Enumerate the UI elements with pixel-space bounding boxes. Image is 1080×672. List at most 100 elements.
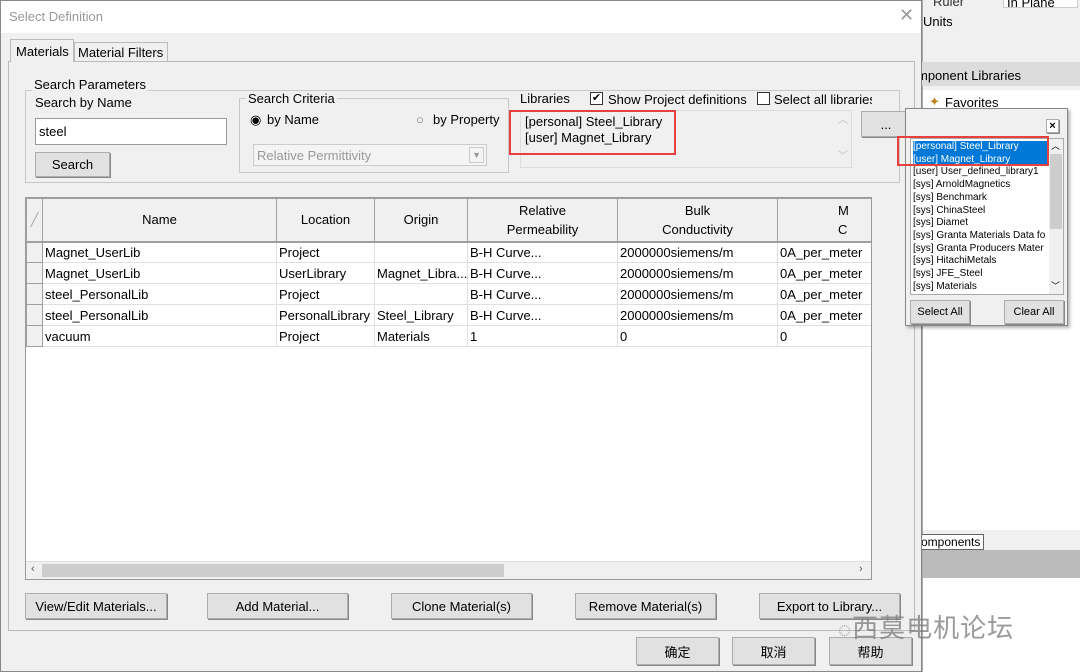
cell-location[interactable]: Project — [276, 283, 375, 305]
property-select[interactable]: Relative Permittivity ▼ — [253, 144, 487, 166]
table-row[interactable]: Magnet_UserLib UserLibrary Magnet_Libra...… — [26, 262, 871, 284]
cell-origin[interactable] — [374, 241, 468, 263]
close-icon[interactable]: ✕ — [899, 5, 914, 26]
cell-name[interactable]: steel_PersonalLib — [42, 283, 277, 305]
cell-magnetic-coercivity[interactable]: 0 — [777, 325, 871, 347]
search-name-input[interactable] — [35, 118, 227, 145]
cell-location[interactable]: UserLibrary — [276, 262, 375, 284]
row-header[interactable] — [26, 325, 43, 347]
scroll-up-icon[interactable]: ︿ — [1051, 140, 1060, 153]
column-header-name[interactable]: Name — [42, 198, 277, 243]
cell-name[interactable]: vacuum — [42, 325, 277, 347]
popup-close-button[interactable]: × — [1046, 119, 1059, 133]
row-header[interactable] — [26, 262, 43, 284]
cell-name[interactable]: Magnet_UserLib — [42, 262, 277, 284]
cell-relative-permeability[interactable]: B-H Curve... — [467, 283, 618, 305]
row-header[interactable] — [26, 304, 43, 326]
column-header-bulk-conductivity[interactable]: Bulk Conductivity — [617, 198, 778, 243]
cancel-button[interactable]: 取消 — [732, 637, 815, 665]
popup-clear-all-button[interactable]: Clear All — [1004, 300, 1064, 324]
table-row[interactable]: steel_PersonalLib PersonalLibrary Steel_Li… — [26, 304, 871, 326]
cell-relative-permeability[interactable]: B-H Curve... — [467, 262, 618, 284]
view-edit-materials-button[interactable]: View/Edit Materials... — [25, 593, 167, 619]
cell-origin[interactable]: Steel_Library — [374, 304, 468, 326]
radio-by-property[interactable]: ○ — [416, 112, 424, 127]
chevron-down-icon: ▼ — [469, 147, 484, 163]
inplane-select[interactable]: In Plane — [1003, 0, 1078, 10]
cell-bulk-conductivity[interactable]: 2000000siemens/m — [617, 283, 778, 305]
cell-name[interactable]: Magnet_UserLib — [42, 241, 277, 263]
column-header-origin[interactable]: Origin — [374, 198, 468, 243]
select-definition-dialog: Select Definition ✕ Materials Material F… — [0, 0, 922, 672]
units-label: Units — [923, 14, 953, 29]
remove-material-button[interactable]: Remove Material(s) — [575, 593, 716, 619]
component-libraries-header: mponent Libraries — [917, 62, 1080, 86]
cell-magnetic-coercivity[interactable]: 0A_per_meter — [777, 262, 871, 284]
clone-material-button[interactable]: Clone Material(s) — [391, 593, 532, 619]
cell-location[interactable]: Project — [276, 325, 375, 347]
column-header-magnetic-coercivity[interactable]: M C — [777, 198, 871, 243]
horizontal-scrollbar[interactable]: ‹ › — [26, 561, 871, 579]
more-libraries-button[interactable]: ... — [861, 111, 911, 137]
popup-library-item[interactable]: [sys] JFE_Steel — [913, 268, 1049, 281]
table-row[interactable]: vacuum Project Materials 1 0 0 — [26, 325, 871, 347]
popup-library-item[interactable]: [sys] HitachiMetals — [913, 255, 1049, 268]
popup-library-item[interactable]: [sys] ChinaSteel — [913, 205, 1049, 218]
search-parameters-label: Search Parameters — [32, 77, 148, 92]
cell-relative-permeability[interactable]: B-H Curve... — [467, 241, 618, 263]
scroll-up-icon[interactable]: ︿ — [838, 113, 848, 129]
popup-library-item[interactable]: [sys] Benchmark — [913, 192, 1049, 205]
cell-name[interactable]: steel_PersonalLib — [42, 304, 277, 326]
radio-by-name[interactable]: ◉ — [250, 112, 261, 128]
cell-magnetic-coercivity[interactable]: 0A_per_meter — [777, 304, 871, 326]
table-row[interactable]: steel_PersonalLib Project B-H Curve... 2000… — [26, 283, 871, 305]
cell-location[interactable]: PersonalLibrary — [276, 304, 375, 326]
cell-bulk-conductivity[interactable]: 2000000siemens/m — [617, 262, 778, 284]
cell-bulk-conductivity[interactable]: 0 — [617, 325, 778, 347]
popup-library-item[interactable]: [user] User_defined_library1 — [913, 166, 1049, 179]
column-header-location[interactable]: Location — [276, 198, 375, 243]
popup-select-all-button[interactable]: Select All — [910, 300, 970, 324]
sort-column-header[interactable]: ╱ — [26, 198, 43, 243]
tab-materials[interactable]: Materials — [10, 39, 74, 62]
table-row[interactable]: Magnet_UserLib Project B-H Curve... 2000000… — [26, 241, 871, 263]
add-material-button[interactable]: Add Material... — [207, 593, 348, 619]
scroll-down-icon[interactable]: ﹀ — [838, 149, 848, 165]
popup-library-item[interactable]: [sys] Granta Producers Mater — [913, 243, 1049, 256]
search-criteria-label: Search Criteria — [246, 91, 337, 106]
cell-relative-permeability[interactable]: 1 — [467, 325, 618, 347]
ok-button[interactable]: 确定 — [636, 637, 719, 665]
show-project-checkbox[interactable]: ✔ — [590, 92, 603, 105]
cell-origin[interactable] — [374, 283, 468, 305]
scroll-down-icon[interactable]: ﹀ — [1051, 280, 1060, 293]
wechat-icon: ◌ — [838, 617, 853, 642]
popup-library-item[interactable]: [sys] ArnoldMagnetics — [913, 179, 1049, 192]
select-all-libraries-checkbox[interactable] — [757, 92, 770, 105]
scrollbar-thumb[interactable] — [1050, 154, 1062, 229]
watermark: ◌西莫电机论坛 — [838, 608, 1014, 645]
popup-scrollbar[interactable]: ︿ ﹀ — [1049, 139, 1063, 294]
popup-library-item[interactable]: [sys] Granta Materials Data fo — [913, 230, 1049, 243]
cell-magnetic-coercivity[interactable]: 0A_per_meter — [777, 241, 871, 263]
cell-magnetic-coercivity[interactable]: 0A_per_meter — [777, 283, 871, 305]
tab-material-filters[interactable]: Material Filters — [74, 42, 168, 62]
cell-location[interactable]: Project — [276, 241, 375, 263]
scrollbar-thumb[interactable] — [42, 564, 504, 577]
row-header[interactable] — [26, 283, 43, 305]
scroll-left-icon[interactable]: ‹ — [31, 563, 35, 575]
materials-table: ╱ Name Location Origin Relative Permeabi… — [25, 197, 872, 580]
cell-origin[interactable]: Magnet_Libra... — [374, 262, 468, 284]
by-name-label: by Name — [267, 112, 320, 127]
search-button[interactable]: Search — [35, 152, 110, 177]
popup-library-item[interactable]: [sys] Diamet — [913, 217, 1049, 230]
popup-library-item[interactable]: [sys] Materials — [913, 281, 1049, 294]
row-header[interactable] — [26, 241, 43, 263]
cell-origin[interactable]: Materials — [374, 325, 468, 347]
cell-bulk-conductivity[interactable]: 2000000siemens/m — [617, 304, 778, 326]
cell-relative-permeability[interactable]: B-H Curve... — [467, 304, 618, 326]
scroll-right-icon[interactable]: › — [859, 563, 863, 575]
cell-bulk-conductivity[interactable]: 2000000siemens/m — [617, 241, 778, 263]
watermark-text: 西莫电机论坛 — [852, 613, 1015, 643]
column-header-relative-permeability[interactable]: Relative Permeability — [467, 198, 618, 243]
components-tab[interactable]: omponents — [917, 534, 985, 550]
